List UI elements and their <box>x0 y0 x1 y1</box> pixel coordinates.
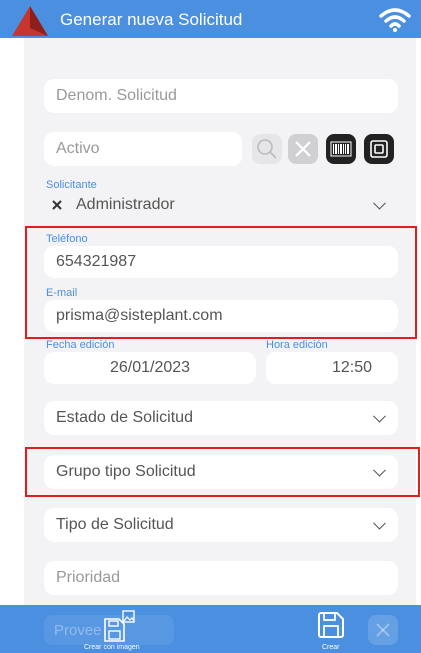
tipo-select[interactable]: Tipo de Solicitud <box>44 508 398 542</box>
app-header: Generar nueva Solicitud <box>0 0 421 38</box>
search-button[interactable] <box>252 134 282 164</box>
activo-placeholder: Activo <box>56 140 100 157</box>
activo-input[interactable]: Activo <box>44 132 242 166</box>
search-icon <box>257 139 277 159</box>
app-logo-icon <box>12 6 48 36</box>
wifi-icon <box>379 8 411 32</box>
page-title: Generar nueva Solicitud <box>60 10 243 29</box>
denom-solicitud-input[interactable]: Denom. Solicitud <box>44 79 398 113</box>
bottom-action-bar: Provee Crear con imagen Crear <box>0 605 421 653</box>
nfc-icon <box>370 140 388 158</box>
prioridad-input[interactable]: Prioridad <box>44 561 398 595</box>
save-icon <box>318 612 344 638</box>
save-with-image-icon <box>104 610 135 642</box>
hora-input[interactable]: 12:50 <box>266 352 398 384</box>
estado-select[interactable]: Estado de Solicitud <box>44 401 398 435</box>
chevron-down-icon <box>373 516 386 530</box>
fecha-label: Fecha edición <box>46 339 115 351</box>
close-icon <box>376 623 390 637</box>
remove-selection-icon[interactable] <box>52 200 62 210</box>
crear-button[interactable]: Crear <box>308 607 354 653</box>
nfc-button[interactable] <box>364 134 394 164</box>
hora-value: 12:50 <box>331 359 372 376</box>
highlight-grupo-box <box>25 447 420 497</box>
fecha-input[interactable]: 26/01/2023 <box>44 352 256 384</box>
solicitante-value: Administrador <box>76 196 175 213</box>
solicitante-select[interactable]: Administrador <box>44 190 398 220</box>
prioridad-placeholder: Prioridad <box>56 569 121 586</box>
highlight-contact-box <box>25 226 417 339</box>
crear-con-imagen-button[interactable]: Crear con imagen <box>80 607 150 653</box>
clear-button[interactable] <box>288 134 318 164</box>
chevron-down-icon <box>373 196 386 210</box>
fecha-value: 26/01/2023 <box>109 359 191 376</box>
chevron-down-icon <box>373 409 386 423</box>
hora-label: Hora edición <box>266 339 328 351</box>
crear-label: Crear <box>322 644 340 651</box>
tipo-placeholder: Tipo de Solicitud <box>56 516 174 533</box>
barcode-button[interactable] <box>326 134 356 164</box>
barcode-icon <box>330 141 352 157</box>
proveedor-clear-button[interactable] <box>368 615 398 645</box>
denom-solicitud-placeholder: Denom. Solicitud <box>56 87 177 104</box>
estado-placeholder: Estado de Solicitud <box>56 409 193 426</box>
crear-con-imagen-label: Crear con imagen <box>84 644 140 651</box>
close-icon <box>295 141 311 157</box>
